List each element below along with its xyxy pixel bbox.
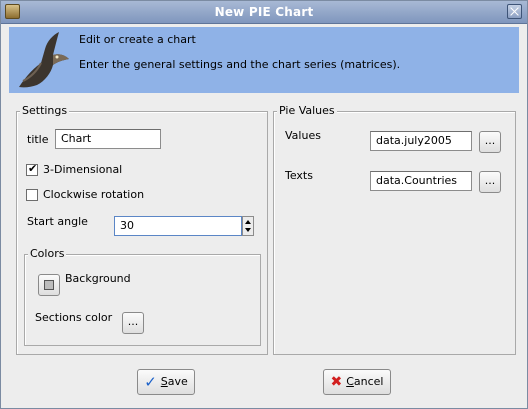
- start-angle-spinner[interactable]: [242, 216, 254, 236]
- header-banner: Edit or create a chart Enter the general…: [9, 27, 519, 93]
- settings-group-label: Settings: [20, 104, 70, 117]
- window-title: New PIE Chart: [214, 5, 314, 19]
- background-color-swatch: [44, 280, 54, 290]
- three-d-label[interactable]: 3-Dimensional: [43, 163, 122, 176]
- title-input[interactable]: Chart: [55, 129, 161, 149]
- save-button[interactable]: ✓ Save: [137, 369, 195, 395]
- pie-values-group: Pie Values Values data.july2005 ... Text…: [273, 104, 516, 355]
- texts-browse-button[interactable]: ...: [479, 171, 501, 193]
- cancel-label: ancel: [353, 375, 384, 388]
- spin-up-icon[interactable]: [245, 220, 251, 224]
- sections-color-button[interactable]: ...: [122, 312, 144, 334]
- texts-label: Texts: [285, 169, 313, 182]
- pie-values-group-label: Pie Values: [277, 104, 337, 117]
- save-label: ave: [167, 375, 188, 388]
- checkmark-icon: ✓: [144, 373, 157, 391]
- clockwise-label[interactable]: Clockwise rotation: [43, 188, 144, 201]
- banner-heading: Edit or create a chart: [79, 33, 196, 46]
- three-d-checkbox[interactable]: [26, 162, 38, 176]
- background-label: Background: [65, 272, 131, 285]
- values-input[interactable]: data.july2005: [370, 131, 472, 151]
- title-bar[interactable]: New PIE Chart: [1, 1, 527, 24]
- close-icon[interactable]: [507, 4, 522, 19]
- bird-icon: [19, 32, 69, 88]
- values-browse-button[interactable]: ...: [479, 131, 501, 153]
- start-angle-input[interactable]: 30: [114, 216, 242, 236]
- banner-subtitle: Enter the general settings and the chart…: [79, 58, 401, 71]
- colors-group: Colors Background Sections color ...: [24, 247, 261, 346]
- background-color-button[interactable]: [38, 274, 60, 296]
- spin-down-icon[interactable]: [245, 228, 251, 232]
- cancel-mnemonic: C: [346, 375, 354, 388]
- title-label: title: [27, 133, 49, 146]
- start-angle-label: Start angle: [27, 215, 88, 228]
- settings-group: Settings title Chart 3-Dimensional Clock…: [16, 104, 268, 355]
- colors-group-label: Colors: [28, 247, 67, 260]
- values-label: Values: [285, 129, 321, 142]
- save-mnemonic: S: [160, 375, 168, 388]
- red-x-icon: ✖: [330, 374, 343, 390]
- texts-input[interactable]: data.Countries: [370, 171, 472, 191]
- sections-color-label: Sections color: [35, 311, 113, 324]
- clockwise-checkbox[interactable]: [26, 189, 38, 201]
- cancel-button[interactable]: ✖ Cancel: [323, 369, 391, 395]
- dialog-window: New PIE Chart Edit or create a chart Ent…: [0, 0, 528, 409]
